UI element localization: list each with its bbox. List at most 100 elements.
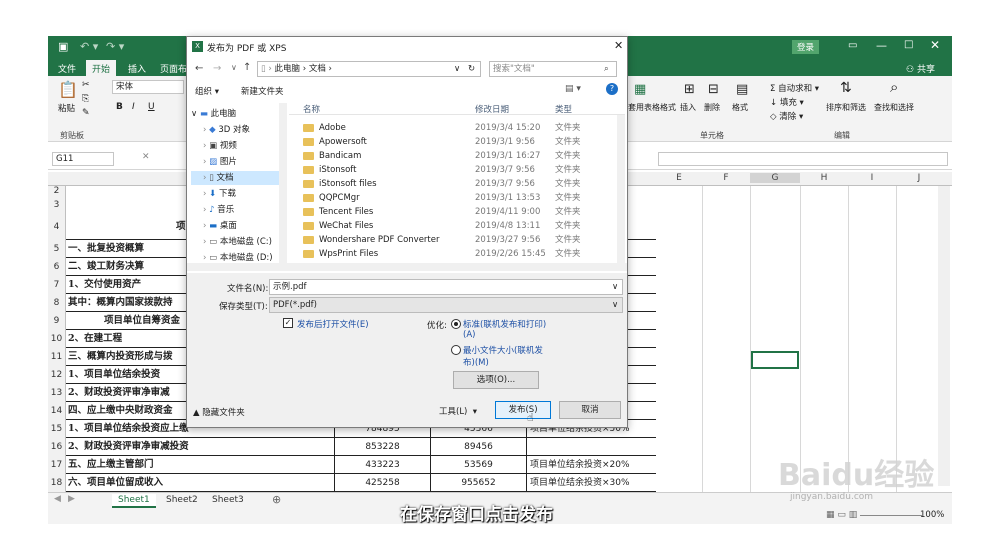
- open-after-label[interactable]: 发布后打开文件(E): [297, 318, 369, 330]
- tools-dropdown[interactable]: 工具(L) ▾: [439, 405, 477, 417]
- tab-page-layout[interactable]: 页面布: [160, 62, 187, 75]
- file-row[interactable]: Apowersoft 2019/3/1 9:56 文件夹: [289, 135, 625, 149]
- cell-value[interactable]: 425258: [334, 474, 430, 492]
- column-header[interactable]: H: [800, 173, 848, 183]
- row-header[interactable]: 18: [48, 474, 66, 492]
- hide-folders-toggle[interactable]: ▲ 隐藏文件夹: [193, 406, 245, 418]
- cell-value[interactable]: 53569: [430, 456, 526, 474]
- column-name-header[interactable]: 名称: [303, 103, 320, 115]
- nav-item-music[interactable]: › ♪ 音乐: [203, 203, 234, 217]
- column-type-header[interactable]: 类型: [555, 103, 572, 115]
- opt-standard-radio[interactable]: [451, 319, 461, 329]
- file-row[interactable]: iStonsoft files 2019/3/7 9:56 文件夹: [289, 177, 625, 191]
- row-header[interactable]: 4: [48, 214, 66, 240]
- savetype-select[interactable]: PDF(*.pdf) ∨: [269, 297, 623, 313]
- format-table-icon[interactable]: ▦: [634, 82, 646, 97]
- sheet-tab-1[interactable]: Sheet1: [112, 494, 156, 508]
- insert-cells-label[interactable]: 插入: [680, 102, 696, 113]
- cancel-button[interactable]: 取消: [559, 401, 621, 419]
- sheet-nav-right-icon[interactable]: ▶: [68, 494, 75, 504]
- opt-min-label[interactable]: 最小文件大小(联机发: [463, 344, 543, 356]
- row-header[interactable]: 10: [48, 330, 66, 348]
- nav-item-videos[interactable]: › ▣ 视频: [203, 139, 237, 153]
- row-header[interactable]: 8: [48, 294, 66, 312]
- selected-cell-g11[interactable]: [751, 351, 799, 369]
- delete-cells-icon[interactable]: ⊟: [708, 82, 719, 97]
- column-header[interactable]: I: [848, 173, 896, 183]
- save-icon[interactable]: ▣: [58, 40, 68, 53]
- search-input[interactable]: 搜索"文档" ⌕: [489, 61, 617, 77]
- file-list-scrollbar[interactable]: [617, 115, 625, 265]
- file-row[interactable]: Wondershare PDF Converter 2019/3/27 9:56 文…: [289, 233, 625, 247]
- address-bar[interactable]: ▯ › 此电脑 › 文档 › ∨ ↻: [257, 61, 481, 77]
- undo-icon[interactable]: ↶ ▾: [80, 40, 98, 53]
- sheet-tab-2[interactable]: Sheet2: [160, 494, 204, 506]
- nav-item-downloads[interactable]: › ⬇ 下载: [203, 187, 236, 201]
- nav-item-drive-c[interactable]: › ▭ 本地磁盘 (C:): [203, 235, 272, 249]
- cell-value[interactable]: 433223: [334, 456, 430, 474]
- login-button[interactable]: 登录: [792, 40, 820, 54]
- minimize-icon[interactable]: —: [876, 39, 887, 52]
- fill-button[interactable]: ↓ 填充 ▾: [770, 96, 804, 108]
- cell-note[interactable]: 项目单位结余投资×20%: [526, 456, 656, 474]
- format-cells-icon[interactable]: ▤: [736, 82, 748, 97]
- view-options-icon[interactable]: ▤ ▾: [565, 84, 581, 94]
- file-row[interactable]: Tencent Files 2019/4/11 9:00 文件夹: [289, 205, 625, 219]
- nav-item-pictures[interactable]: › ▨ 图片: [203, 155, 237, 169]
- address-dropdown-icon[interactable]: ∨: [454, 62, 460, 76]
- add-sheet-icon[interactable]: ⊕: [272, 493, 281, 506]
- tab-file[interactable]: 文件: [58, 62, 76, 75]
- column-header[interactable]: G: [750, 173, 800, 183]
- italic-icon[interactable]: I: [132, 102, 135, 112]
- zoom-slider[interactable]: [860, 515, 922, 516]
- redo-icon[interactable]: ↷ ▾: [106, 40, 124, 53]
- row-header[interactable]: 16: [48, 438, 66, 456]
- underline-icon[interactable]: U: [148, 102, 155, 112]
- file-row[interactable]: Adobe 2019/3/4 15:20 文件夹: [289, 121, 625, 135]
- file-row[interactable]: QQPCMgr 2019/3/1 13:53 文件夹: [289, 191, 625, 205]
- find-select-label[interactable]: 查找和选择: [874, 102, 914, 113]
- column-header[interactable]: E: [656, 173, 702, 183]
- tab-insert[interactable]: 插入: [128, 62, 146, 75]
- filename-input[interactable]: 示例.pdf ∨: [269, 279, 623, 295]
- file-row[interactable]: Bandicam 2019/3/1 16:27 文件夹: [289, 149, 625, 163]
- insert-cells-icon[interactable]: ⊞: [684, 82, 695, 97]
- help-icon[interactable]: ?: [606, 83, 618, 95]
- row-header[interactable]: 12: [48, 366, 66, 384]
- share-button[interactable]: ⚇ 共享: [906, 62, 935, 75]
- row-header[interactable]: 13: [48, 384, 66, 402]
- row-header[interactable]: 6: [48, 258, 66, 276]
- opt-min-radio[interactable]: [451, 345, 461, 355]
- close-icon[interactable]: ✕: [930, 38, 940, 52]
- recent-dropdown-icon[interactable]: ∨: [231, 63, 237, 72]
- cut-icon[interactable]: ✂: [82, 80, 90, 90]
- paste-icon[interactable]: 📋: [58, 80, 78, 99]
- sheet-nav-left-icon[interactable]: ◀: [54, 494, 61, 504]
- bold-icon[interactable]: B: [116, 102, 123, 112]
- vertical-scrollbar[interactable]: [938, 186, 950, 486]
- copy-icon[interactable]: ⎘: [82, 94, 89, 104]
- format-table-label[interactable]: 套用表格格式: [628, 102, 676, 113]
- font-name-select[interactable]: 宋体: [112, 80, 184, 94]
- zoom-level[interactable]: 100%: [920, 510, 944, 520]
- breadcrumb-this-pc[interactable]: 此电脑: [274, 64, 300, 74]
- opt-standard-label[interactable]: 标准(联机发布和打印): [463, 318, 546, 330]
- up-folder-icon[interactable]: ↑: [243, 62, 251, 73]
- formula-input[interactable]: [658, 152, 948, 166]
- forward-icon[interactable]: →: [213, 63, 221, 74]
- cell-note[interactable]: 项目单位结余投资×30%: [526, 474, 656, 492]
- nav-item-this-pc[interactable]: ∨ ▬ 此电脑: [191, 107, 236, 121]
- row-header[interactable]: 17: [48, 456, 66, 474]
- row-header[interactable]: 14: [48, 402, 66, 420]
- cancel-formula-icon[interactable]: ✕: [142, 152, 150, 162]
- autosum-button[interactable]: Σ 自动求和 ▾: [770, 82, 819, 94]
- format-cells-label[interactable]: 格式: [732, 102, 748, 113]
- column-header[interactable]: J: [896, 173, 942, 183]
- name-box[interactable]: G11: [52, 152, 114, 166]
- page-view-icons[interactable]: ▦ ▭ ▥: [826, 510, 857, 520]
- file-row[interactable]: iStonsoft 2019/3/7 9:56 文件夹: [289, 163, 625, 177]
- column-date-header[interactable]: 修改日期: [475, 103, 509, 115]
- sort-filter-label[interactable]: 排序和筛选: [826, 102, 866, 113]
- open-after-checkbox[interactable]: ✓: [283, 318, 293, 328]
- new-folder-button[interactable]: 新建文件夹: [241, 85, 284, 97]
